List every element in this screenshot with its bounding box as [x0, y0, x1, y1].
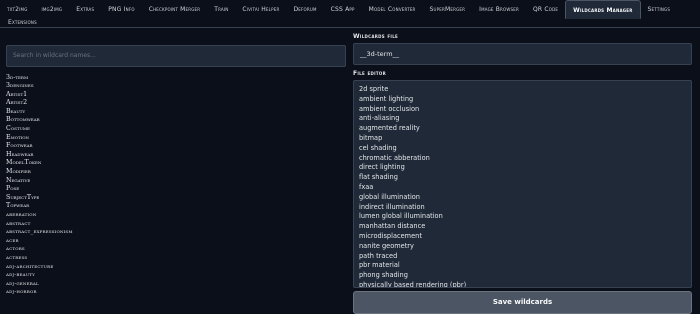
wildcard-list: 3d-term 3dengines Artist1 Artist2 Beauty Bott…: [6, 74, 346, 297]
editor-line: fxaa: [359, 182, 374, 191]
tab-extras[interactable]: Extras: [69, 0, 101, 19]
save-wildcards-button[interactable]: Save wildcards: [353, 291, 692, 314]
tab-qr-code[interactable]: QR Code: [526, 0, 565, 19]
wildcard-editor-panel: Wildcards file __3d-term__ File editor 2…: [353, 33, 692, 314]
editor-line: indirect illumination: [359, 202, 425, 211]
editor-line: direct lighting: [359, 163, 405, 172]
tab-deforum[interactable]: Deforum: [286, 0, 323, 19]
editor-line: manhattan distance: [359, 222, 426, 231]
tab-png-info[interactable]: PNG Info: [101, 0, 141, 19]
editor-line: pbr material: [359, 261, 400, 270]
wildcard-list-item[interactable]: adj-general: [6, 280, 346, 289]
wildcard-list-item[interactable]: Footwear: [6, 142, 346, 151]
wildcard-list-item[interactable]: Costume: [6, 125, 346, 134]
file-editor-label: File editor: [353, 70, 387, 77]
tab-civitai-helper[interactable]: Civitai Helper: [235, 0, 286, 19]
editor-line: anti-aliasing: [359, 114, 400, 123]
tab-extensions[interactable]: Extensions: [0, 19, 700, 28]
tab-checkpoint-merger[interactable]: Checkpoint Merger: [142, 0, 208, 19]
wildcard-list-item[interactable]: acer: [6, 237, 346, 246]
wildcard-list-item[interactable]: Topwear: [6, 202, 346, 211]
editor-line: cel shading: [359, 143, 397, 152]
tab-supermerger[interactable]: SuperMerger: [423, 0, 473, 19]
tab-settings[interactable]: Settings: [641, 0, 678, 19]
editor-line: path traced: [359, 251, 398, 260]
wildcard-list-item[interactable]: aberration: [6, 211, 346, 220]
wildcard-list-item[interactable]: adj-architecture: [6, 263, 346, 272]
wildcard-list-item[interactable]: 3dengines: [6, 82, 346, 91]
editor-line: physically based rendering (pbr): [359, 280, 467, 288]
wildcard-list-panel: 3d-term3denginesArtist1Artist2BeautyBott…: [6, 42, 346, 314]
wildcard-list-item[interactable]: adj-horror: [6, 288, 346, 297]
tab-image-browser[interactable]: Image Browser: [472, 0, 526, 19]
tab-css-app[interactable]: CSS App: [324, 0, 362, 19]
wildcard-list-item[interactable]: Headwear: [6, 151, 346, 160]
tab-img2img[interactable]: img2img: [35, 0, 70, 19]
wildcard-search-input[interactable]: [6, 44, 346, 67]
wildcard-list-item[interactable]: SubjectType: [6, 194, 346, 203]
tab-bar: txt2img img2img Extras PNG Info Checkpoint M…: [0, 0, 700, 28]
editor-line: lumen global illumination: [359, 212, 443, 221]
wildcard-list-item[interactable]: Negative: [6, 177, 346, 186]
wildcard-list-item[interactable]: Pose: [6, 185, 346, 194]
editor-line: global illumination: [359, 192, 420, 201]
wildcard-list-item[interactable]: 3d-term: [6, 74, 346, 83]
wildcard-list-item[interactable]: abstract: [6, 220, 346, 229]
tab-model-converter[interactable]: Model Converter: [362, 0, 423, 19]
tab-txt2img[interactable]: txt2img: [0, 0, 35, 19]
wildcard-list-item[interactable]: Modifier: [6, 168, 346, 177]
wildcard-list-item[interactable]: Beauty: [6, 108, 346, 117]
editor-line: phong shading: [359, 271, 408, 280]
editor-line: flat shading: [359, 173, 398, 182]
editor-line: chromatic abberation: [359, 153, 430, 162]
editor-line: ambient occlusion: [359, 104, 420, 113]
wildcard-list-item[interactable]: Bottomwear: [6, 116, 346, 125]
wildcard-list-item[interactable]: actors: [6, 245, 346, 254]
editor-line: 2d sprite: [359, 85, 389, 93]
tab-train[interactable]: Train: [207, 0, 235, 19]
wildcard-list-item[interactable]: abstract_expressionism: [6, 228, 346, 237]
editor-line: microdisplacement: [359, 231, 422, 240]
wildcard-list-item[interactable]: adj-beauty: [6, 271, 346, 280]
editor-line: ambient lighting: [359, 94, 414, 103]
wildcards-file-label: Wildcards file: [353, 33, 399, 40]
wildcard-list-item[interactable]: Artist2: [6, 99, 346, 108]
file-editor-textarea[interactable]: 2d sprite ambient lighting ambient occlusi…: [353, 80, 692, 288]
editor-line: augmented reality: [359, 124, 420, 133]
wildcard-list-item[interactable]: Artist1: [6, 91, 346, 100]
wildcards-file-field[interactable]: __3d-term__: [353, 43, 692, 65]
tab-wildcards-manager[interactable]: Wildcards Manager: [565, 0, 641, 19]
editor-line: bitmap: [359, 133, 383, 142]
editor-line: nanite geometry: [359, 241, 414, 250]
wildcard-list-item[interactable]: ModelToken: [6, 159, 346, 168]
wildcard-list-item[interactable]: Emotion: [6, 134, 346, 143]
wildcard-list-item[interactable]: actress: [6, 254, 346, 263]
